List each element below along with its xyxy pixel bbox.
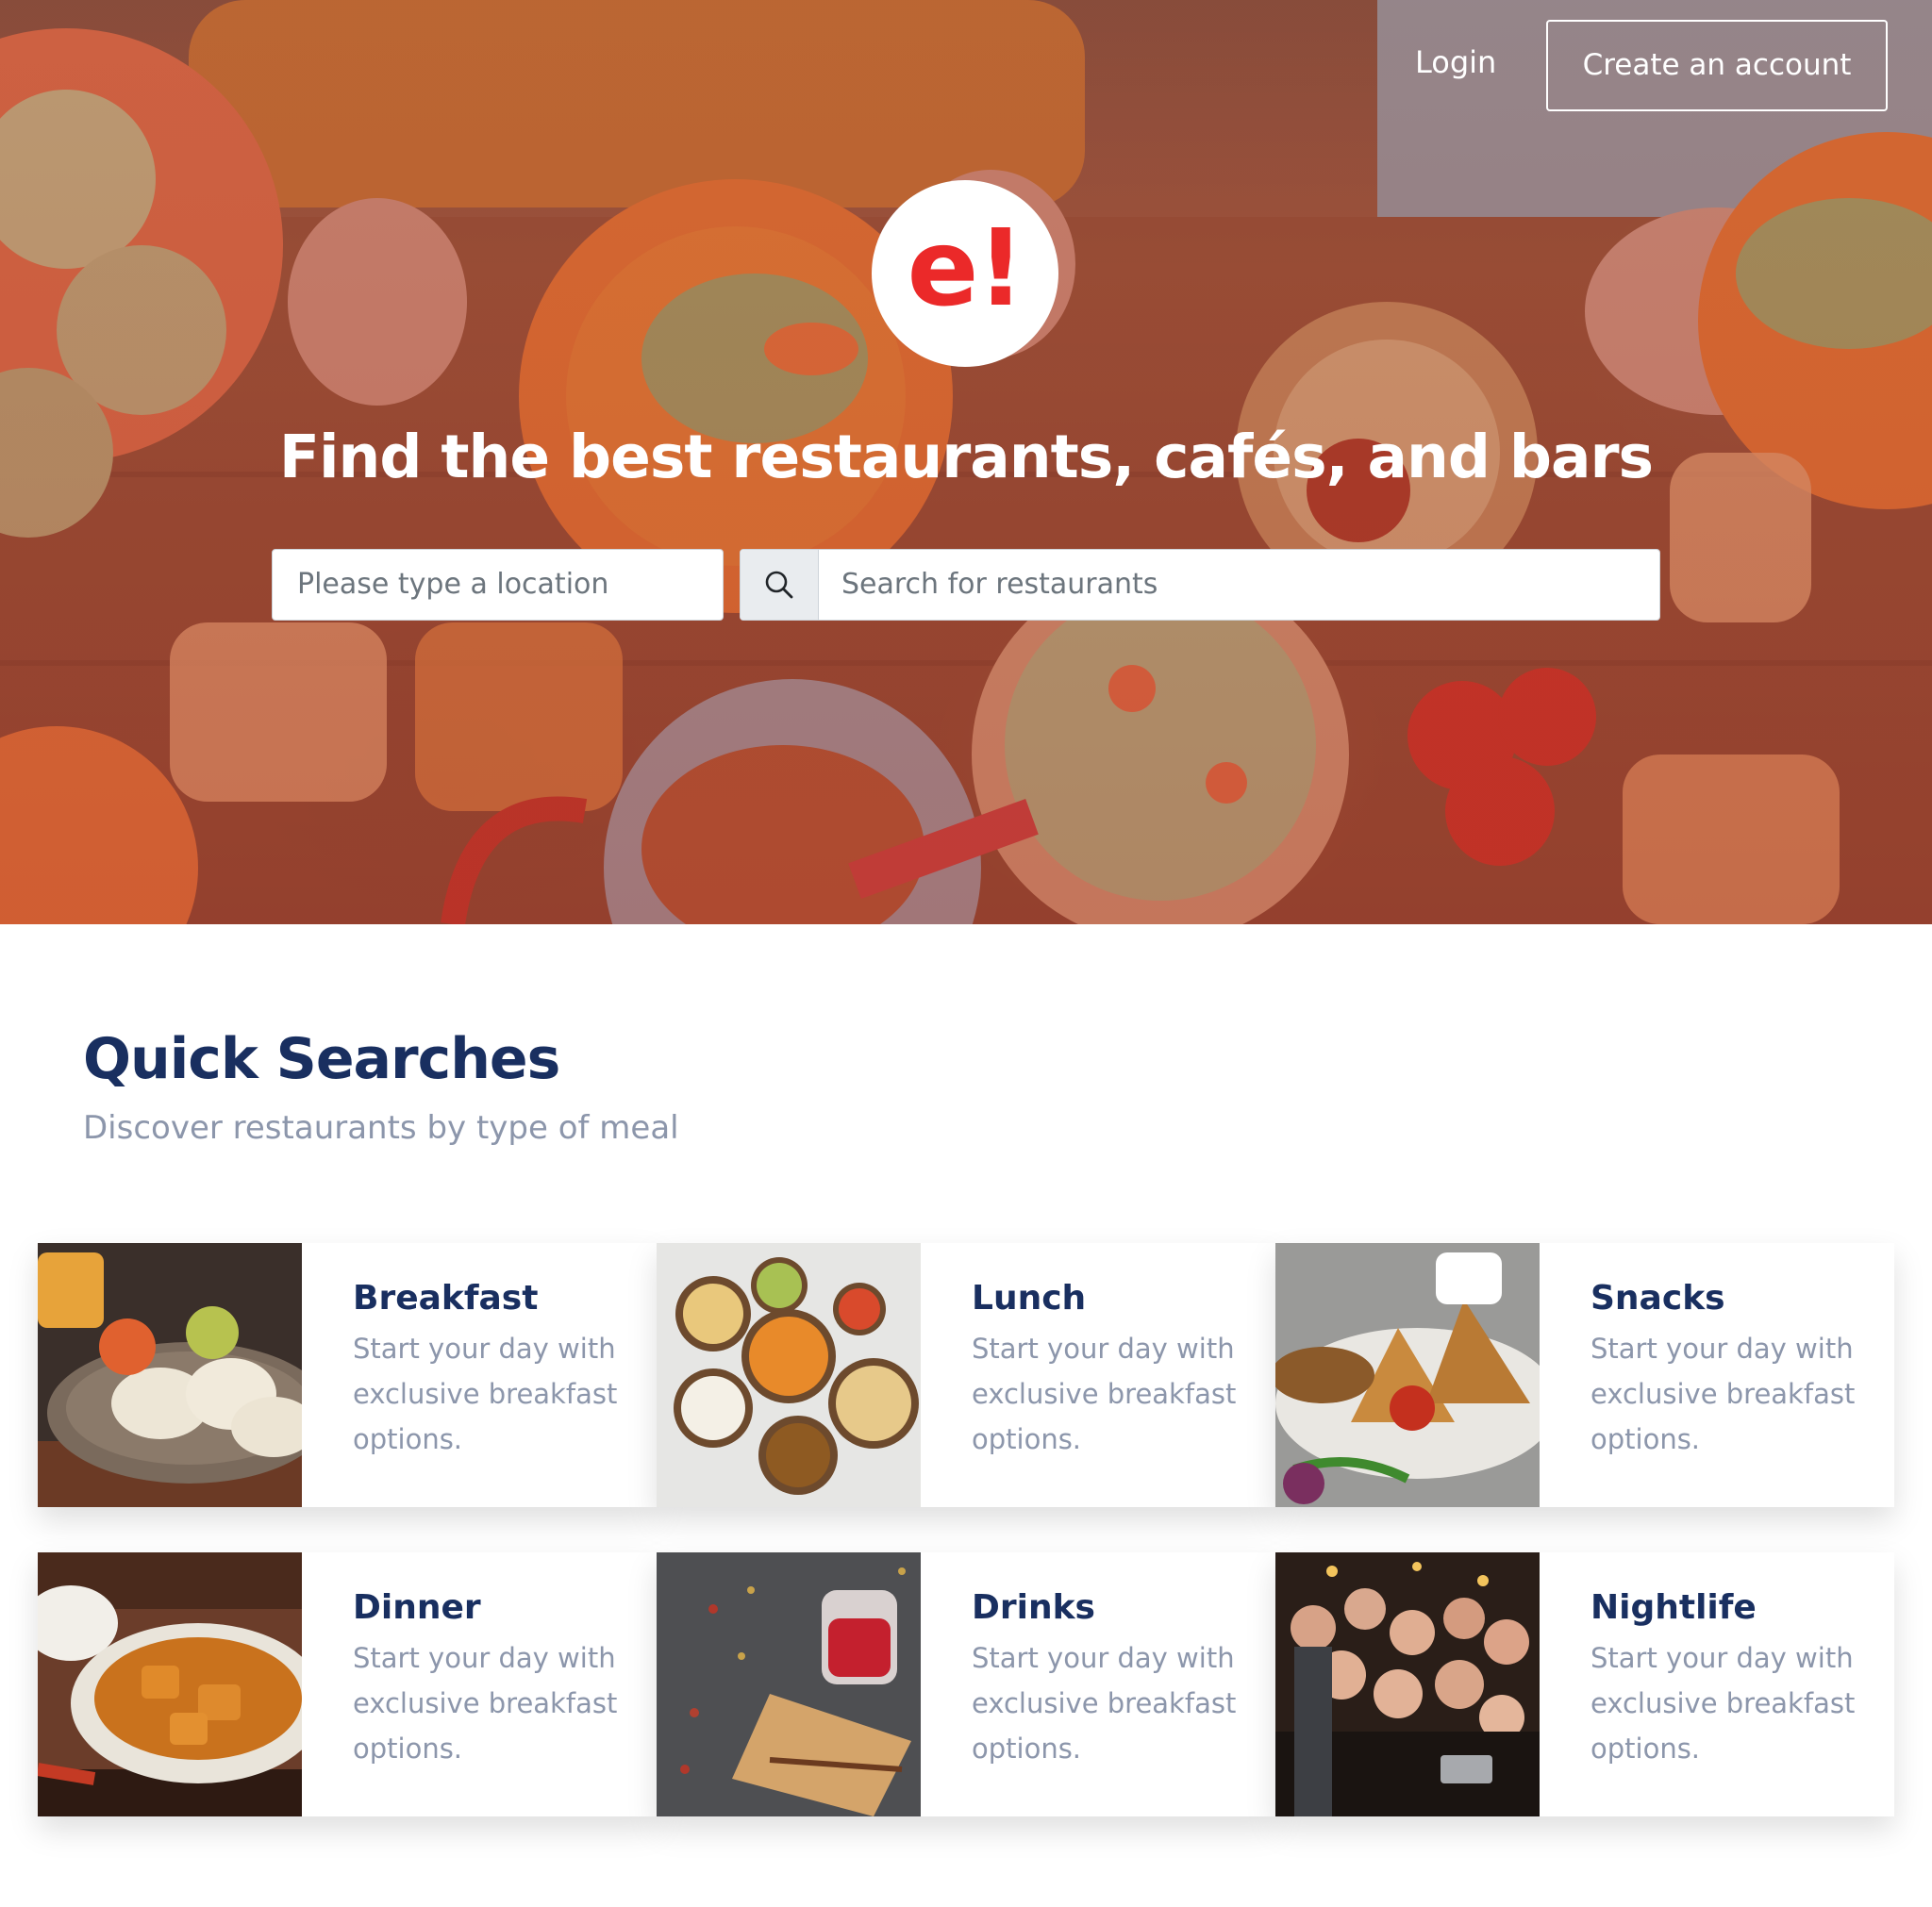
card-description: Start your day with exclusive breakfast … bbox=[972, 1333, 1237, 1455]
card-description: Start your day with exclusive breakfast … bbox=[353, 1642, 618, 1765]
create-account-button[interactable]: Create an account bbox=[1546, 20, 1888, 111]
quick-searches-title: Quick Searches bbox=[83, 1026, 560, 1092]
quick-search-card-lunch[interactable]: Lunch Start your day with exclusive brea… bbox=[657, 1243, 1275, 1507]
dinner-image bbox=[38, 1552, 302, 1816]
card-description: Start your day with exclusive breakfast … bbox=[1591, 1642, 1856, 1765]
restaurant-search-group[interactable]: Search for restaurants bbox=[740, 549, 1660, 621]
location-input[interactable]: Please type a location bbox=[272, 549, 724, 621]
card-title: Dinner bbox=[353, 1588, 481, 1627]
restaurant-search-input[interactable]: Search for restaurants bbox=[819, 550, 1659, 620]
card-description: Start your day with exclusive breakfast … bbox=[972, 1642, 1237, 1765]
card-title: Snacks bbox=[1591, 1279, 1725, 1318]
quick-searches-subtitle: Discover restaurants by type of meal bbox=[83, 1109, 679, 1147]
drinks-image bbox=[657, 1552, 921, 1816]
card-description: Start your day with exclusive breakfast … bbox=[1591, 1333, 1856, 1455]
quick-search-card-dinner[interactable]: Dinner Start your day with exclusive bre… bbox=[38, 1552, 657, 1816]
lunch-image bbox=[657, 1243, 921, 1507]
login-link[interactable]: Login bbox=[1415, 41, 1500, 83]
card-title: Lunch bbox=[972, 1279, 1087, 1318]
brand-logo[interactable]: e! bbox=[872, 180, 1058, 367]
card-title: Nightlife bbox=[1591, 1588, 1757, 1627]
quick-search-card-breakfast[interactable]: Breakfast Start your day with exclusive … bbox=[38, 1243, 657, 1507]
card-description: Start your day with exclusive breakfast … bbox=[353, 1333, 618, 1455]
quick-search-card-nightlife[interactable]: Nightlife Start your day with exclusive … bbox=[1275, 1552, 1894, 1816]
snacks-image bbox=[1275, 1243, 1540, 1507]
hero-title: Find the best restaurants, cafés, and ba… bbox=[278, 423, 1654, 491]
logo-text: e! bbox=[907, 207, 1024, 330]
breakfast-image bbox=[38, 1243, 302, 1507]
quick-search-card-snacks[interactable]: Snacks Start your day with exclusive bre… bbox=[1275, 1243, 1894, 1507]
card-title: Drinks bbox=[972, 1588, 1095, 1627]
search-icon[interactable] bbox=[741, 550, 819, 620]
card-title: Breakfast bbox=[353, 1279, 539, 1318]
quick-search-card-drinks[interactable]: Drinks Start your day with exclusive bre… bbox=[657, 1552, 1275, 1816]
nightlife-image bbox=[1275, 1552, 1540, 1816]
